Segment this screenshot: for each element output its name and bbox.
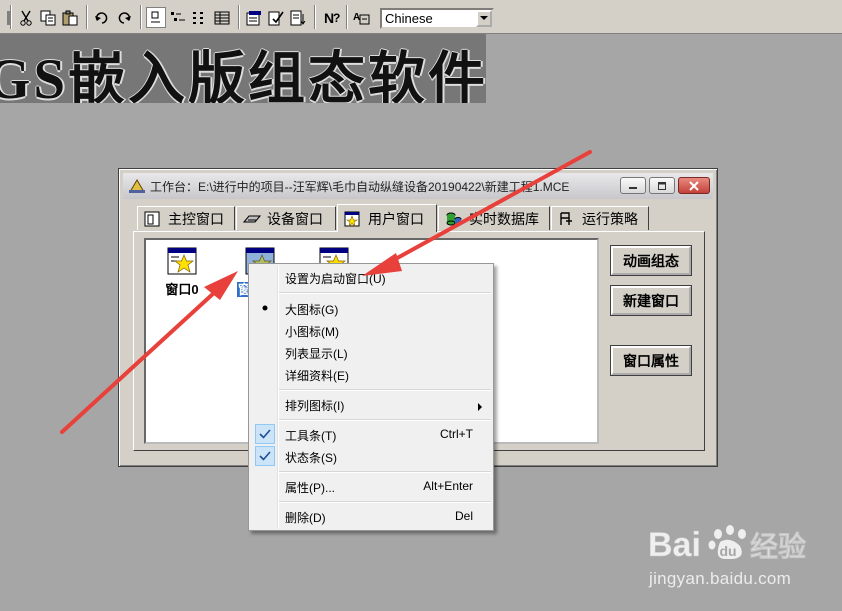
device-icon <box>243 211 261 227</box>
tab-realtime-database[interactable]: 实时数据库 <box>438 206 550 230</box>
animation-config-button[interactable]: 动画组态 <box>610 245 692 276</box>
menu-item-shortcut: Del <box>454 509 473 523</box>
redo-icon[interactable] <box>114 7 134 28</box>
language-icon[interactable]: A <box>352 7 372 28</box>
tab-label: 主控窗口 <box>168 210 224 227</box>
tab-label: 用户窗口 <box>368 210 424 227</box>
workbench-app-icon <box>128 178 146 194</box>
menu-item-label: 大图标(G) <box>285 303 339 317</box>
menu-item-details[interactable]: 详细资料(E) <box>251 363 491 385</box>
details-view-icon[interactable] <box>212 7 232 28</box>
window-titlebar[interactable]: 工作台：E:\进行中的项目--汪军辉\毛巾自动纵缝设备20190422\新建工程… <box>123 173 713 199</box>
checkmark-icon <box>255 424 275 444</box>
menu-separator <box>279 419 491 421</box>
window-item-label: 窗口0 <box>165 282 199 297</box>
large-icon-view-icon[interactable] <box>146 7 166 28</box>
download-icon[interactable] <box>288 7 308 28</box>
strategy-icon <box>558 211 576 227</box>
svg-text:A: A <box>353 12 360 23</box>
tab-user-window[interactable]: 用户窗口 <box>337 204 437 232</box>
menu-item-large-icons[interactable]: 大图标(G) <box>251 297 491 319</box>
properties-icon[interactable] <box>244 7 264 28</box>
context-menu: 设置为启动窗口(U) 大图标(G) 小图标(M) 列表显示(L) 详细资料(E)… <box>248 263 494 531</box>
menu-item-statusbar[interactable]: 状态条(S) <box>251 445 491 467</box>
user-window-icon <box>167 247 197 275</box>
watermark-url: jingyan.baidu.com <box>649 569 792 588</box>
undo-icon[interactable] <box>92 7 112 28</box>
menu-item-small-icons[interactable]: 小图标(M) <box>251 319 491 341</box>
window-title: 工作台：E:\进行中的项目--汪军辉\毛巾自动纵缝设备20190422\新建工程… <box>150 179 570 194</box>
new-window-button[interactable]: 新建窗口 <box>610 285 692 316</box>
svg-text:?: ? <box>333 11 340 25</box>
tab-label: 实时数据库 <box>469 210 539 227</box>
maximize-button[interactable] <box>649 177 675 194</box>
menu-separator <box>279 501 491 503</box>
toolbar-separator <box>346 5 348 29</box>
toolbar-separator <box>140 5 142 29</box>
list-view-icon[interactable] <box>190 7 210 28</box>
small-icon-view-icon[interactable] <box>168 7 188 28</box>
toolbar-separator <box>10 5 12 29</box>
toolbar: N? A Chinese <box>0 0 842 34</box>
submenu-arrow-icon <box>478 400 483 414</box>
chevron-down-icon[interactable] <box>476 10 492 27</box>
menu-item-shortcut: Ctrl+T <box>440 427 473 441</box>
svg-text:du: du <box>719 543 736 559</box>
menu-item-shortcut: Alt+Enter <box>423 479 473 493</box>
tab-label: 运行策略 <box>582 210 638 227</box>
menu-item-label: 设置为启动窗口(U) <box>285 272 386 286</box>
menu-item-delete[interactable]: 删除(D) Del <box>251 505 491 527</box>
title-banner: GS嵌入版组态软件 <box>0 34 486 103</box>
svg-text:Bai: Bai <box>648 526 701 564</box>
cut-icon[interactable] <box>16 7 36 28</box>
database-icon <box>445 211 463 227</box>
menu-item-label: 列表显示(L) <box>285 347 348 361</box>
baidu-jingyan-watermark: Bai du 经验 jingyan.baidu.com <box>644 518 834 598</box>
menu-item-list[interactable]: 列表显示(L) <box>251 341 491 363</box>
menu-item-properties[interactable]: 属性(P)... Alt+Enter <box>251 475 491 497</box>
paste-icon[interactable] <box>60 7 80 28</box>
toolbar-separator <box>314 5 316 29</box>
banner-title: GS嵌入版组态软件 <box>0 48 486 103</box>
menu-item-set-startup-window[interactable]: 设置为启动窗口(U) <box>251 266 491 288</box>
checkmark-icon <box>255 446 275 466</box>
toolbar-separator <box>86 5 88 29</box>
menu-separator <box>279 471 491 473</box>
menu-separator <box>279 292 491 294</box>
menu-item-arrange-icons[interactable]: 排列图标(I) <box>251 393 491 415</box>
menu-item-label: 工具条(T) <box>285 429 337 443</box>
menu-item-toolbar[interactable]: 工具条(T) Ctrl+T <box>251 423 491 445</box>
tab-run-strategy[interactable]: 运行策略 <box>551 206 649 230</box>
menu-item-label: 排列图标(I) <box>285 399 345 413</box>
tab-main-window[interactable]: 主控窗口 <box>137 206 235 230</box>
bullet-icon <box>255 298 275 318</box>
menu-item-label: 详细资料(E) <box>285 369 349 383</box>
language-select[interactable]: Chinese <box>380 8 494 29</box>
copy-icon[interactable] <box>38 7 58 28</box>
menu-item-label: 属性(P)... <box>285 481 335 495</box>
toolbar-separator <box>238 5 240 29</box>
tab-device-window[interactable]: 设备窗口 <box>236 206 336 230</box>
language-select-value: Chinese <box>385 11 433 26</box>
menu-item-label: 删除(D) <box>285 511 326 525</box>
main-window-icon <box>144 211 162 227</box>
tab-label: 设备窗口 <box>267 210 323 227</box>
menu-separator <box>279 389 491 391</box>
baidu-logo: Bai du 经验 <box>648 525 806 564</box>
help-icon[interactable]: N? <box>322 7 342 28</box>
minimize-button[interactable] <box>620 177 646 194</box>
menu-item-label: 小图标(M) <box>285 325 339 339</box>
close-button[interactable] <box>678 177 710 194</box>
menu-item-label: 状态条(S) <box>285 451 337 465</box>
window-properties-button[interactable]: 窗口属性 <box>610 345 692 376</box>
window-item[interactable]: 窗口0 <box>150 247 214 298</box>
check-icon[interactable] <box>266 7 286 28</box>
svg-text:经验: 经验 <box>750 530 806 563</box>
user-window-icon <box>344 211 362 227</box>
